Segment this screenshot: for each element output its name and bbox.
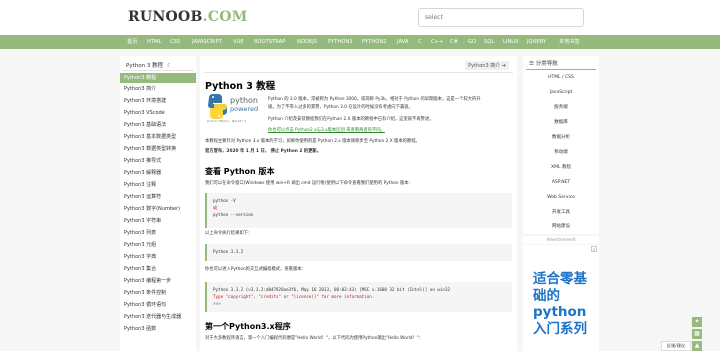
sidebar-item[interactable]: Python3 简介 xyxy=(120,84,196,94)
section-heading: 第一个Python3.x程序 xyxy=(205,322,291,331)
menu-icon: ☰ xyxy=(529,61,536,67)
python-logo-image: python powered print("Hello, World!") xyxy=(207,94,258,123)
sidebar-item[interactable]: Python3 条件控制 xyxy=(120,288,196,298)
nav-nodejs[interactable]: NODEJS xyxy=(297,35,317,49)
close-icon[interactable]: × xyxy=(591,246,597,252)
divider xyxy=(122,70,194,71)
nav-java[interactable]: JAVA xyxy=(397,35,408,49)
advertisement[interactable]: × 适合零基础的python入门系列 xyxy=(523,245,599,351)
code-block[interactable]: Python 3.3.2 xyxy=(205,244,512,261)
category-item[interactable]: 网站建设 xyxy=(523,221,599,232)
code-block[interactable]: Python 3.3.2 (v3.3.2:d047928ae3f6, May 1… xyxy=(205,282,512,312)
sidebar-item[interactable]: Python3 元组 xyxy=(120,240,196,250)
category-item[interactable]: HTML / CSS xyxy=(523,72,599,83)
intro-paragraph: Python 的 3.0 版本，常被称为 Python 3000，或简称 Py3… xyxy=(268,97,481,102)
sidebar-item[interactable]: Python3 循环语句 xyxy=(120,300,196,310)
nav-go[interactable]: GO xyxy=(468,35,476,49)
sidebar-item[interactable]: Python3 解释器 xyxy=(120,168,196,178)
site-logo[interactable]: RUNOOB.COM xyxy=(128,9,248,25)
nav-html[interactable]: HTML xyxy=(147,35,161,49)
nav-csharp[interactable]: C# xyxy=(450,35,458,49)
svg-text:print("Hello, World!"): print("Hello, World!") xyxy=(207,119,247,123)
category-item[interactable]: JavaScript xyxy=(523,87,599,98)
category-item[interactable]: ASP.NET xyxy=(523,177,599,188)
category-item[interactable]: 开发工具 xyxy=(523,207,599,218)
ad-label: Advertisement xyxy=(523,236,599,244)
category-item[interactable]: XML 教程 xyxy=(523,162,599,173)
sidebar-item[interactable]: Python3 字符串 xyxy=(120,216,196,226)
nav-sql[interactable]: SQL xyxy=(484,35,494,49)
category-item[interactable]: 服务端 xyxy=(523,102,599,113)
ad-text[interactable]: 适合零基础的python入门系列 xyxy=(533,271,593,337)
category-item[interactable]: 移动端 xyxy=(523,147,599,158)
main-content: Python3 简介 ➔ Python 3 教程 python powered … xyxy=(200,56,517,351)
nav-cpp[interactable]: C++ xyxy=(431,35,443,49)
share-icon[interactable]: ✦ xyxy=(692,317,702,327)
sidebar-item[interactable]: Python3 注释 xyxy=(120,180,196,190)
sidebar-item[interactable]: Python3 VScode xyxy=(120,108,196,118)
nav-jquery[interactable]: JQUERY xyxy=(527,35,546,49)
divider xyxy=(204,72,513,73)
nav-javascript[interactable]: JAVASCRIPT xyxy=(192,35,222,49)
back-to-top-icon[interactable]: ▲ xyxy=(692,341,702,351)
sidebar-item[interactable]: Python3 函数 xyxy=(120,324,196,334)
paragraph: 我们可以在命令窗口(Windows 使用 win+R 调出 cmd 运行框)使用… xyxy=(205,181,413,186)
sidebar-item[interactable]: Python3 集合 xyxy=(120,264,196,274)
nav-c[interactable]: C xyxy=(418,35,422,49)
header: RUNOOB.COM select xyxy=(0,0,720,35)
sidebar-item[interactable]: Python3 迭代器与生成器 xyxy=(120,312,196,322)
announcement-text: 官方宣布，2020 年 1 月 1 日， 停止 Python 2 的更新。 xyxy=(205,149,321,154)
sidebar-item[interactable]: Python3 环境搭建 xyxy=(120,96,196,106)
paragraph: 对于大多数程序语言，第一个入门编程代码便是"Hello World！"，以下代码… xyxy=(205,336,424,341)
sidebar-item[interactable]: Python3 推导式 xyxy=(120,156,196,166)
category-item[interactable]: Web Service xyxy=(523,192,599,203)
intro-paragraph: 级。为了不带入过多的累赘，Python 3.0 在设计的时候没有考虑向下兼容。 xyxy=(268,105,413,110)
sidebar-item[interactable]: Python3 运算符 xyxy=(120,192,196,202)
category-item[interactable]: 数据分析 xyxy=(523,132,599,143)
nav-python2[interactable]: PYTHON2 xyxy=(362,35,387,49)
next-page-link[interactable]: Python3 简介 ➔ xyxy=(465,61,509,70)
left-sidebar: Python 3 教程 ☾ Python3 教程 Python3 简介 Pytho… xyxy=(120,56,196,351)
intro-paragraph: Python 介绍及安装教程我们在Python 2.X 版本的教程中已有介绍，这… xyxy=(268,117,434,122)
paragraph: 以上命令执行结果如下： xyxy=(205,231,253,236)
divider xyxy=(526,69,596,70)
nav-linux[interactable]: LINUX xyxy=(503,35,519,49)
sidebar-title: Python 3 教程 ☾ xyxy=(126,63,172,69)
page-title: Python 3 教程 xyxy=(205,81,276,92)
nav-python3[interactable]: PYTHON3 xyxy=(328,35,353,49)
intro-paragraph: 本教程主要针对 Python 3.x 版本的学习，如果你使用的是 Python … xyxy=(205,139,420,144)
code-block[interactable]: python -V 或 python --version xyxy=(205,193,512,228)
nav-home[interactable]: 首页 xyxy=(127,35,137,49)
sidebar-item[interactable]: Python3 编程第一步 xyxy=(120,276,196,286)
category-nav-title: ☰ 分类导航 xyxy=(529,61,558,67)
nav-css[interactable]: CSS xyxy=(170,35,180,49)
category-item[interactable]: 数据库 xyxy=(523,117,599,128)
search-input[interactable]: select xyxy=(418,8,584,27)
sidebar-item[interactable]: Python3 字典 xyxy=(120,252,196,262)
svg-text:powered: powered xyxy=(230,105,258,113)
feedback-button[interactable]: 反馈/建议 xyxy=(661,341,691,351)
sidebar-item[interactable]: Python3 教程 xyxy=(120,73,196,83)
nav-bootstrap[interactable]: BOOTSTRAP xyxy=(254,35,285,49)
right-sidebar: ☰ 分类导航 HTML / CSS JavaScript 服务端 数据库 数据分… xyxy=(523,56,599,234)
paragraph: 你也可以进入Python的交互式编程模式，查看版本： xyxy=(205,267,306,272)
qr-code-icon[interactable]: ▦ xyxy=(692,329,702,339)
section-heading: 查看 Python 版本 xyxy=(205,167,275,176)
sidebar-item[interactable]: Python3 数字(Number) xyxy=(120,204,196,214)
nav-vue[interactable]: VUE xyxy=(233,35,244,49)
nav-bookmarks[interactable]: 本地书签 xyxy=(559,35,580,49)
sidebar-item[interactable]: Python3 基础语法 xyxy=(120,120,196,130)
dark-mode-icon[interactable]: ☾ xyxy=(167,63,172,69)
version-diff-link[interactable]: 你也可以点击 Python2.x与3.x版本区别 来查看两者的不同。 xyxy=(268,127,385,134)
sidebar-item[interactable]: Python3 基本数据类型 xyxy=(120,132,196,142)
sidebar-item[interactable]: Python3 列表 xyxy=(120,228,196,238)
sidebar-item[interactable]: Python3 数据类型转换 xyxy=(120,144,196,154)
top-nav: 首页 HTML CSS JAVASCRIPT VUE BOOTSTRAP NOD… xyxy=(0,35,720,49)
svg-text:python: python xyxy=(230,96,258,105)
